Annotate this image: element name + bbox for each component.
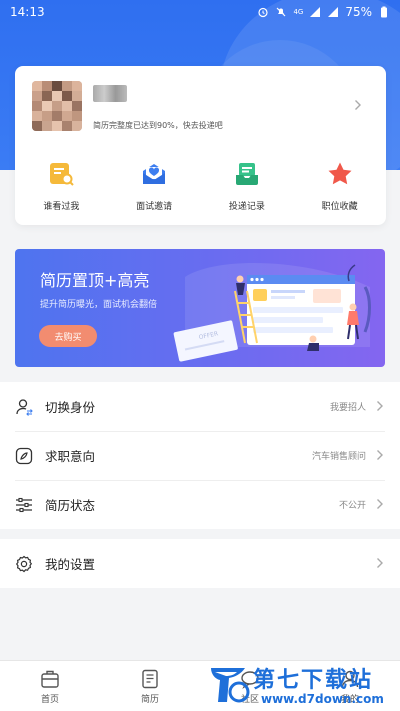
quick-action-label: 面试邀请 [136,202,173,212]
site-watermark: 第七下载站 www.d7down.com [205,662,395,710]
menu-item-label: 求职意向 [45,449,96,464]
menu-item-resume-status[interactable]: 简历状态 不公开 [0,480,400,529]
quick-action-label: 谁看过我 [43,202,80,212]
star-icon [328,162,352,185]
tab-resume[interactable]: 简历 [100,661,200,711]
signal-icon [310,7,321,17]
quick-actions: 谁看过我 面试邀请 投递记录 职位收藏 [15,160,386,212]
watermark-logo [211,668,250,703]
quick-action-interview-invites[interactable]: 面试邀请 [108,160,201,212]
network-type: 4G [293,8,304,16]
watermark-url: www.d7down.com [261,692,384,706]
quick-action-delivery-records[interactable]: 投递记录 [201,160,294,212]
status-bar: 14:13 4G 75% [0,0,400,24]
viewer-icon [50,163,75,186]
switch-identity-icon [16,398,33,416]
tab-home[interactable]: 首页 [0,661,100,711]
menu-item-value: 汽车销售顾问 [311,452,366,462]
mute-icon [277,7,286,17]
menu-item-value: 我要招人 [329,403,366,413]
delivery-record-icon [235,163,258,185]
signal-icon [328,7,339,17]
menu-item-job-intention[interactable]: 求职意向 汽车销售顾问 [0,431,400,480]
tab-label: 首页 [40,695,59,705]
menu-item-label: 切换身份 [45,400,96,415]
chevron-right-icon [377,558,383,568]
settings-list: 我的设置 [0,539,400,588]
quick-action-label: 职位收藏 [321,202,358,212]
menu-item-switch-identity[interactable]: 切换身份 我要招人 [0,382,400,431]
sliders-icon [16,497,32,512]
battery-icon [381,6,387,18]
menu-item-label: 简历状态 [45,498,96,513]
gear-icon [15,555,33,572]
alarm-icon [258,7,269,18]
quick-action-saved-jobs[interactable]: 职位收藏 [293,160,386,212]
banner-title: 简历置顶+高亮 [40,271,150,290]
promo-banner[interactable]: 简历置顶+高亮 提升简历曝光，面试机会翻倍 去购买 OFFER [15,249,385,367]
menu-item-label: 我的设置 [45,557,96,572]
banner-subtitle: 提升简历曝光，面试机会翻倍 [40,300,158,310]
watermark-title: 第七下载站 [253,668,374,693]
status-time: 14:13 [10,5,45,19]
resume-completion-text: 简历完整度已达到90%，快去投递吧 [93,121,223,130]
chevron-right-icon [377,499,383,509]
compass-icon [15,447,33,464]
menu-list: 切换身份 我要招人 求职意向 汽车销售顾问 简历状态 不公开 [0,382,400,529]
resume-icon [142,669,158,689]
invite-mail-icon [143,164,166,184]
avatar[interactable] [32,81,82,131]
menu-item-value: 不公开 [338,501,366,511]
chevron-right-icon [377,401,383,411]
buy-button[interactable]: 去购买 [39,325,97,347]
chevron-right-icon [377,450,383,460]
quick-action-viewers[interactable]: 谁看过我 [15,160,108,212]
user-name-blurred [93,85,127,102]
tab-label: 简历 [140,695,159,705]
quick-action-label: 投递记录 [228,202,265,212]
banner-illustration: OFFER [173,263,371,362]
menu-item-settings[interactable]: 我的设置 [0,539,400,588]
home-icon [41,670,59,688]
battery-level: 75% [345,5,372,19]
chevron-right-icon[interactable] [354,99,362,111]
profile-card[interactable]: 简历完整度已达到90%，快去投递吧 谁看过我 面试邀请 投递记录 职位收藏 [15,66,386,225]
